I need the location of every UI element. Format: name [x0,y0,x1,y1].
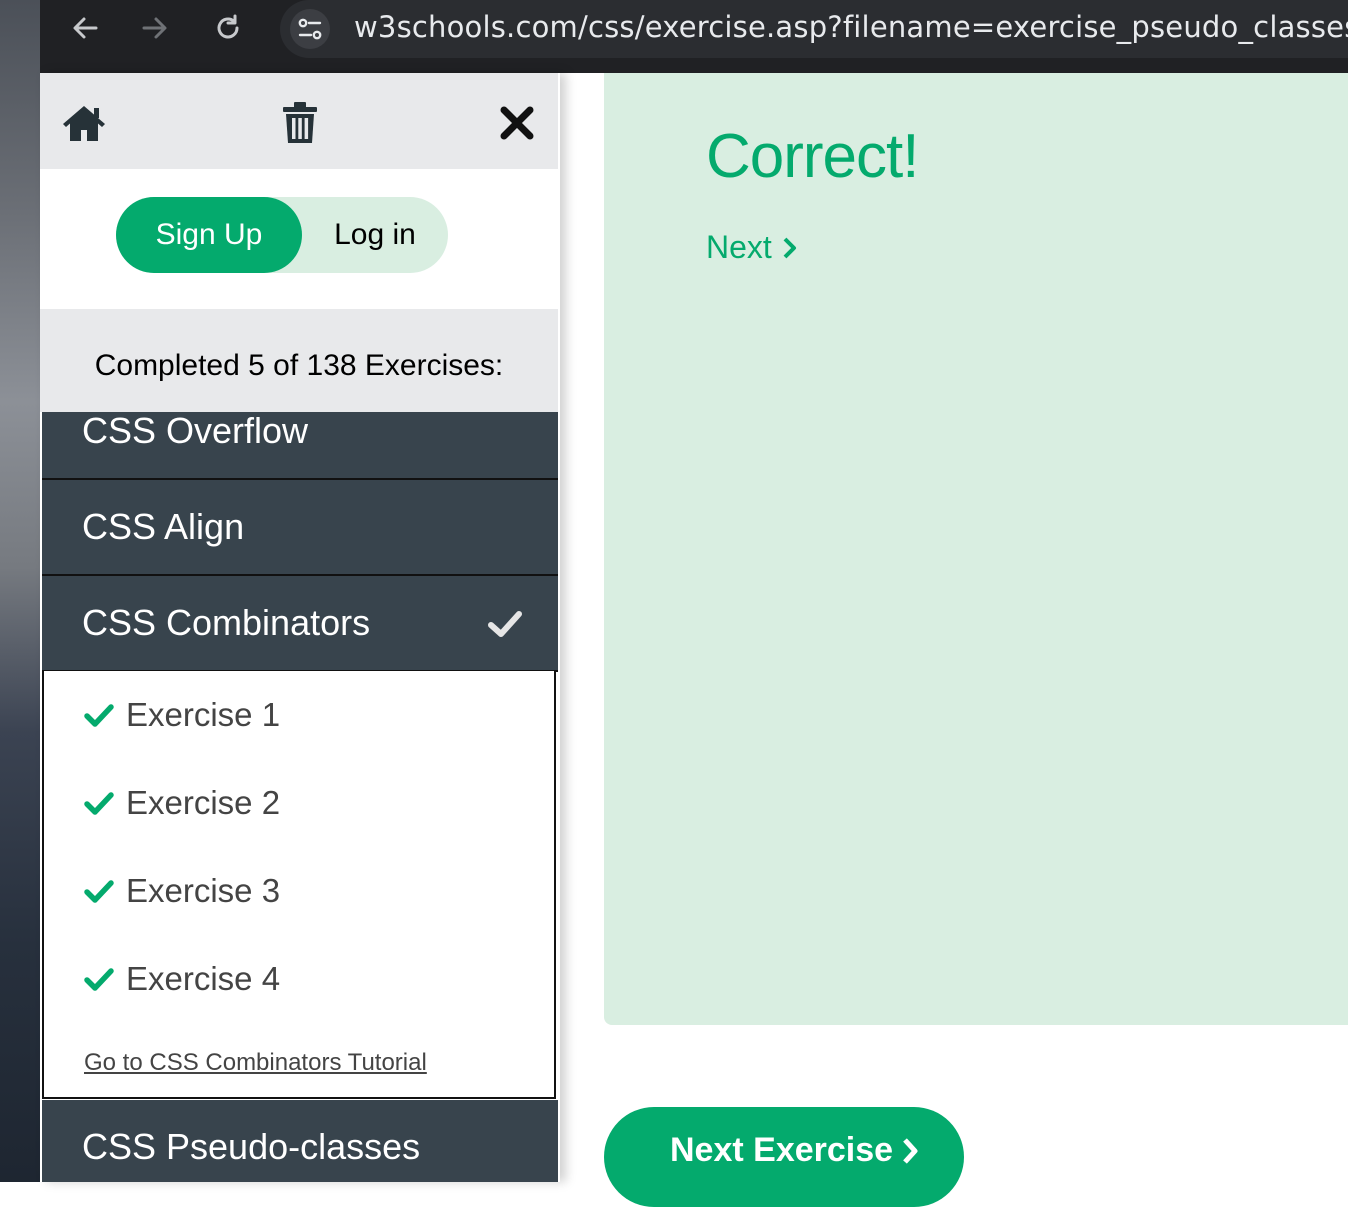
checkmark-icon [84,880,114,903]
reload-button[interactable] [208,8,248,48]
exercise-item-1[interactable]: Exercise 1 [84,695,280,735]
auth-toggle: Sign Up Log in [116,197,448,273]
exercise-item-3[interactable]: Exercise 3 [84,871,280,911]
checkmark-icon [488,611,522,637]
category-css-combinators[interactable]: CSS Combinators [42,576,558,672]
login-button[interactable]: Log in [302,197,448,273]
next-exercise-button[interactable]: Next Exercise [604,1107,964,1207]
exercise-list: Exercise 1 Exercise 2 Exercise 3 Exercis… [42,671,556,1099]
chevron-right-icon [783,237,796,258]
category-label: CSS Combinators [82,602,371,643]
close-icon [500,106,534,140]
home-button[interactable] [58,97,110,149]
next-exercise-label: Next Exercise [670,1131,894,1169]
arrow-left-icon [73,17,98,39]
progress-text: Completed 5 of 138 Exercises: [94,349,504,382]
result-title: Correct! [706,122,919,191]
exercise-item-2[interactable]: Exercise 2 [84,783,280,823]
category-label: CSS Overflow [82,410,309,451]
exercise-label: Exercise 2 [126,784,281,821]
checkmark-icon [84,704,114,727]
forward-button[interactable] [135,8,175,48]
back-button[interactable] [65,8,105,48]
signup-button[interactable]: Sign Up [116,197,302,273]
exercise-label: Exercise 1 [126,696,281,733]
chevron-right-icon [903,1137,918,1164]
tune-icon [298,18,322,40]
reset-progress-button[interactable] [274,97,326,149]
category-css-overflow[interactable]: CSS Overflow [42,410,558,480]
progress-section: Completed 5 of 138 Exercises: [40,309,558,412]
browser-toolbar: w3schools.com/css/exercise.asp?filename=… [40,0,1348,73]
site-info-button[interactable] [290,9,330,49]
trash-icon [283,102,317,143]
arrow-right-icon [142,17,167,39]
exercise-item-4[interactable]: Exercise 4 [84,959,280,999]
result-panel: Correct! Next [604,73,1348,1025]
next-link[interactable]: Next [706,229,798,266]
sidebar-toolbar [40,73,558,169]
next-link-label: Next [706,229,772,265]
reload-icon [217,14,239,39]
url-text[interactable]: w3schools.com/css/exercise.asp?filename=… [354,10,1348,44]
category-css-align[interactable]: CSS Align [42,480,558,576]
close-sidebar-button[interactable] [491,97,543,149]
category-label: CSS Pseudo-classes [82,1126,421,1167]
auth-section: Sign Up Log in [40,169,558,309]
address-bar[interactable]: w3schools.com/css/exercise.asp?filename=… [280,0,1348,58]
exercise-label: Exercise 4 [126,960,281,997]
exercise-sidebar: Sign Up Log in Completed 5 of 138 Exerci… [40,73,560,1182]
exercise-label: Exercise 3 [126,872,281,909]
tutorial-link[interactable]: Go to CSS Combinators Tutorial [84,1049,427,1077]
checkmark-icon [84,792,114,815]
checkmark-icon [84,968,114,991]
home-icon [63,106,105,141]
category-css-pseudo-classes[interactable]: CSS Pseudo-classes [42,1100,558,1182]
desktop-background [0,0,40,1182]
category-label: CSS Align [82,506,245,547]
